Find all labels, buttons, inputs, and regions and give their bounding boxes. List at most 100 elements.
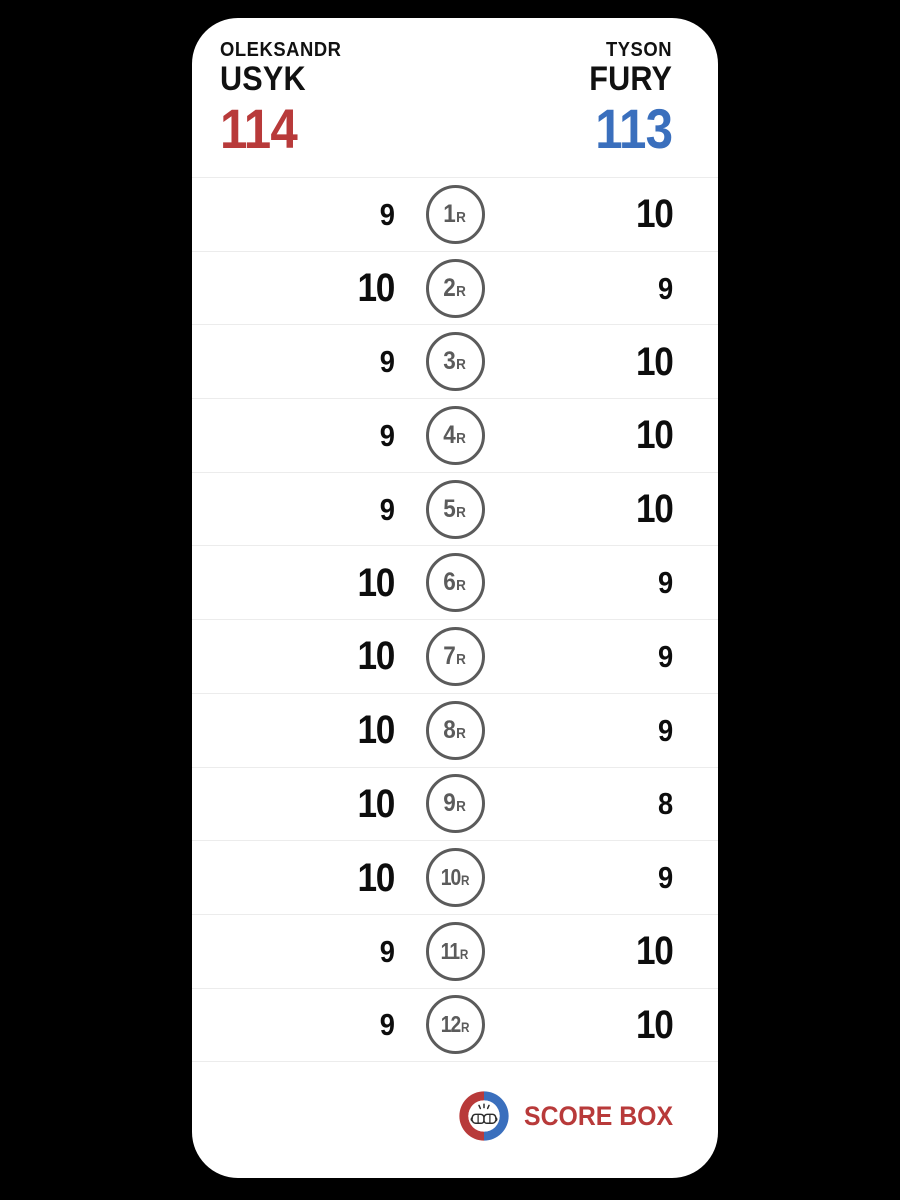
round-number: 3 [443,347,457,376]
fighter-right-first-name: TYSON [605,39,672,61]
round-number-badge: 5R [425,479,485,539]
round-number-badge-text: 11 R [441,937,469,964]
round-number-badge: 8R [425,700,485,760]
round-number: 8 [443,715,457,744]
round-suffix-label: R [456,724,467,742]
round-score-left: 9 [379,196,395,232]
round-suffix-label: R [456,577,467,595]
brand-name: SCORE BOX [523,1100,674,1131]
round-score-left: 9 [379,417,395,453]
round-suffix-label: R [456,429,467,447]
round-number-badge-text: 12 R [441,1013,470,1036]
scorecard-card: OLEKSANDR USYK 114 TYSON FURY 113 9 1 R 10 1… [192,18,718,1178]
round-number-badge-text: 8R [443,715,467,744]
round-number: 1 [443,199,457,228]
rounds-table: 9 1 R 10 10 2 R 9 9 3 R 10 9 4 R 10 9 5 R 10 10 6 R 9 10 7 R 9 10 8 R 9… [192,177,718,1061]
round-number-badge-text: 5R [443,494,467,523]
round-score-left: 9 [379,1007,395,1043]
round-row: 10 7 R 9 [192,619,718,693]
round-score-left: 9 [379,491,395,527]
round-suffix-label: R [456,282,467,300]
round-score-left: 9 [379,344,395,380]
round-number-badge-text: 9R [444,791,467,816]
round-number-badge: 2R [425,258,485,318]
scorecard-footer: SCORE BOX [192,1061,718,1178]
round-score-right: 9 [657,860,673,896]
round-number: 5 [443,494,457,523]
round-number-badge-text: 4R [443,420,467,449]
round-number-badge: 4R [425,405,485,465]
round-number: 9 [443,789,457,818]
fighter-left-last-name: USYK [220,60,306,98]
brand-logo: SCORE BOX [456,1088,686,1144]
round-row: 9 4 R 10 [192,398,718,472]
screenshot-root: OLEKSANDR USYK 114 TYSON FURY 113 9 1 R 10 1… [0,0,900,1200]
round-number-badge: 11 R [425,921,485,981]
round-score-right: 9 [657,712,673,748]
round-score-right: 10 [635,339,673,384]
fighter-right-total-score: 113 [595,96,673,160]
round-score-right: 10 [635,487,673,532]
round-score-right: 8 [657,786,673,822]
round-number-badge-text: 3R [444,349,467,374]
round-score-right: 9 [657,638,673,674]
round-row: 9 5 R 10 [192,471,718,546]
round-row: 10 9 R 8 [192,766,718,841]
round-number: 6 [443,568,457,597]
round-number-badge-text: 2R [443,273,467,302]
round-row: 10 10 R 9 [192,840,718,914]
round-score-left: 10 [357,560,395,605]
round-number-badge: 1R [425,184,485,244]
round-score-right: 9 [657,270,673,306]
round-number-badge-text: 1R [443,199,467,228]
round-score-right: 10 [635,192,673,237]
round-score-right: 9 [657,565,673,601]
boxing-gloves-ring-icon [459,1091,509,1141]
round-number-badge: 6R [425,553,485,613]
round-number-badge: 12 R [425,995,485,1055]
round-number: 7 [443,641,457,670]
round-row: 10 6 R 9 [192,545,718,619]
round-score-left: 9 [379,933,395,969]
round-score-left: 10 [357,266,395,311]
round-suffix-label: R [460,945,469,962]
round-score-left: 10 [357,634,395,679]
round-row: 9 1 R 10 [192,177,718,251]
round-suffix-label: R [456,208,467,226]
round-score-right: 10 [635,929,673,974]
round-number-badge-text: 10 R [441,866,470,889]
round-row: 10 8 R 9 [192,692,718,767]
round-score-right: 10 [635,1002,673,1047]
round-suffix-label: R [456,798,467,816]
round-number: 11 [441,937,460,964]
round-score-left: 10 [357,781,395,826]
round-row: 9 3 R 10 [192,324,718,398]
round-suffix-label: R [456,356,467,374]
round-number-badge-text: 7R [443,641,467,670]
fighter-left-first-name: OLEKSANDR [220,39,342,61]
round-number: 2 [443,273,457,302]
round-suffix-label: R [460,872,470,889]
round-number: 10 [440,864,461,891]
round-row: 10 2 R 9 [192,250,718,325]
round-suffix-label: R [456,650,467,668]
round-number: 4 [443,420,457,449]
round-row: 9 12 R 10 [192,987,718,1062]
fighter-left: OLEKSANDR USYK 114 [220,40,352,157]
round-number-badge: 3R [425,332,485,392]
round-score-right: 10 [635,413,673,458]
round-row: 9 11 R 10 [192,913,718,988]
round-number-badge: 7R [425,626,485,686]
round-score-left: 10 [357,708,395,753]
round-score-left: 10 [357,855,395,900]
round-number-badge: 10 R [425,848,485,908]
fighter-right: TYSON FURY 113 [580,39,673,160]
round-number-badge: 9R [425,774,485,834]
round-suffix-label: R [456,503,467,521]
round-number: 12 [440,1011,461,1038]
round-number-badge-text: 6R [444,570,467,595]
fighter-right-last-name: FURY [589,60,672,98]
fighter-left-total-score: 114 [220,96,298,160]
round-suffix-label: R [460,1019,470,1036]
scorecard-header: OLEKSANDR USYK 114 TYSON FURY 113 [192,18,718,177]
